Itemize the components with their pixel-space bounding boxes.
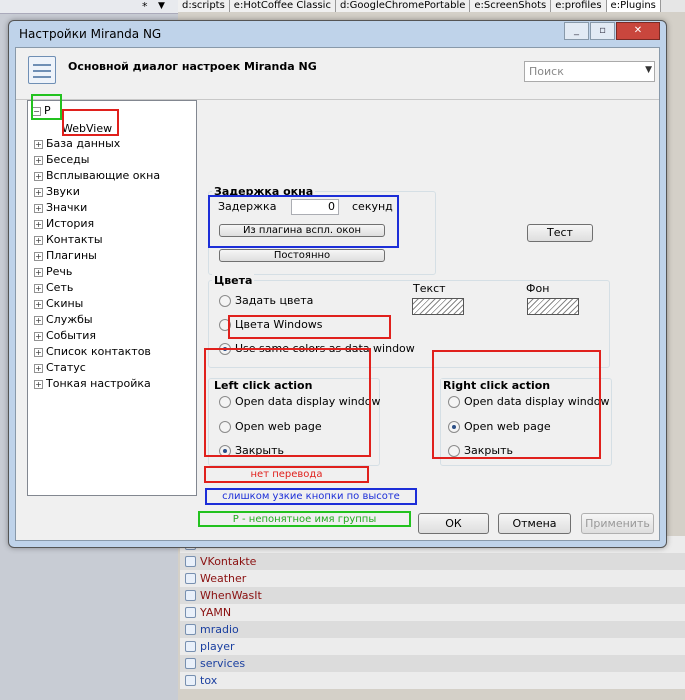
plugin-icon (185, 573, 196, 584)
tree-item[interactable]: + Беседы (34, 152, 89, 168)
tree-item[interactable]: + База данных (34, 136, 120, 152)
tab-plugins[interactable]: e:Plugins (606, 0, 661, 12)
text-color-label: Текст (413, 282, 446, 295)
colors-group-title: Цвета (212, 274, 255, 287)
radio-set-colors[interactable]: Задать цвета (219, 294, 313, 307)
modified-marker: * (142, 0, 148, 13)
title-bar[interactable]: Настройки Miranda NG _ ▫ ✕ (9, 21, 666, 47)
list-item[interactable]: tox (180, 672, 685, 689)
tree-item[interactable]: + События (34, 328, 96, 344)
window-controls: _ ▫ ✕ (563, 22, 660, 40)
close-icon[interactable]: ✕ (616, 22, 660, 40)
gear-icon (185, 624, 196, 635)
radio-icon[interactable] (219, 294, 231, 307)
expand-icon[interactable]: + (34, 363, 43, 373)
annotation-blue-box (208, 195, 399, 248)
chevron-down-icon[interactable]: ▼ (645, 65, 652, 75)
tree-item[interactable]: + Сеть (34, 280, 73, 296)
plugin-icon (185, 556, 196, 567)
list-item[interactable]: VKontakte (180, 553, 685, 570)
cancel-button[interactable]: Отмена (498, 513, 571, 534)
tree-item[interactable]: + Контакты (34, 232, 103, 248)
tree-item[interactable]: + Тонкая настройка (34, 376, 151, 392)
background-tabbar: d:scripts e:HotCoffee Classic d:GoogleCh… (178, 0, 685, 12)
expand-icon[interactable]: + (34, 315, 43, 325)
annotation-green-box (31, 94, 62, 120)
annotation-buttons-too-narrow: слишком узкие кнопки по высоте (205, 488, 417, 505)
expand-icon[interactable]: + (34, 251, 43, 261)
expand-icon[interactable]: + (34, 187, 43, 197)
expand-icon[interactable]: + (34, 299, 43, 309)
gear-icon (185, 641, 196, 652)
search-input[interactable]: Поиск ▼ (524, 61, 655, 82)
tree-item[interactable]: + Звуки (34, 184, 80, 200)
expand-icon[interactable]: + (34, 379, 43, 389)
tree-item[interactable]: + Всплывающие окна (34, 168, 160, 184)
page-title: Основной диалог настроек Miranda NG (68, 60, 317, 73)
expand-icon[interactable]: + (34, 171, 43, 181)
dialog-header: Основной диалог настроек Miranda NG Поис… (16, 48, 659, 100)
tree-item[interactable]: + История (34, 216, 94, 232)
tab-chrome-portable[interactable]: d:GoogleChromePortable (335, 0, 471, 12)
list-item[interactable]: WhenWasIt (180, 587, 685, 604)
expand-icon[interactable]: + (34, 219, 43, 229)
apply-button[interactable]: Применить (581, 513, 654, 534)
maximize-icon[interactable]: ▫ (590, 22, 615, 40)
permanent-button[interactable]: Постоянно (219, 249, 385, 262)
tab-hotcoffee[interactable]: e:HotCoffee Classic (229, 0, 336, 12)
annotation-red-box (204, 348, 371, 457)
gear-icon (185, 658, 196, 669)
text-color-swatch[interactable] (412, 298, 464, 315)
expand-icon[interactable]: + (34, 283, 43, 293)
list-item[interactable]: mradio (180, 621, 685, 638)
settings-list-icon (28, 56, 56, 84)
annotation-red-box (62, 109, 119, 136)
expand-icon[interactable]: + (34, 331, 43, 341)
test-button[interactable]: Тест (527, 224, 593, 242)
bg-color-swatch[interactable] (527, 298, 579, 315)
expand-icon[interactable]: + (34, 203, 43, 213)
list-item[interactable]: services (180, 655, 685, 672)
background-file-list: Variables VKontakte Weather WhenWasIt YA… (180, 536, 685, 689)
expand-icon[interactable]: + (34, 235, 43, 245)
chevron-down-icon[interactable]: ▼ (158, 1, 165, 11)
list-item[interactable]: Weather (180, 570, 685, 587)
plugin-icon (185, 607, 196, 618)
tree-item[interactable]: + Значки (34, 200, 87, 216)
tab-screenshots[interactable]: e:ScreenShots (470, 0, 552, 12)
list-item[interactable]: YAMN (180, 604, 685, 621)
annotation-red-box (432, 350, 601, 459)
window-title: Настройки Miranda NG (19, 27, 162, 41)
annotation-no-translation: нет перевода (204, 466, 369, 483)
tree-item[interactable]: + Речь (34, 264, 72, 280)
tree-item[interactable]: + Плагины (34, 248, 97, 264)
annotation-unclear-group-name: P - непонятное имя группы (198, 511, 411, 527)
expand-icon[interactable]: + (34, 155, 43, 165)
tab-profiles[interactable]: e:profiles (551, 0, 607, 12)
tree-item[interactable]: + Список контактов (34, 344, 151, 360)
expand-icon[interactable]: + (34, 139, 43, 149)
background-toolbar: * ▼ (0, 0, 178, 14)
options-tree[interactable]: − P WebView + База данных + Беседы + Всплыв… (27, 100, 197, 496)
plugin-icon (185, 590, 196, 601)
ok-button[interactable]: ОК (418, 513, 489, 534)
tab-scripts[interactable]: d:scripts (178, 0, 230, 12)
bg-color-label: Фон (526, 282, 550, 295)
tree-item[interactable]: + Скины (34, 296, 83, 312)
gear-icon (185, 675, 196, 686)
minimize-icon[interactable]: _ (564, 22, 589, 40)
list-item[interactable]: player (180, 638, 685, 655)
tree-item[interactable]: + Службы (34, 312, 93, 328)
expand-icon[interactable]: + (34, 347, 43, 357)
expand-icon[interactable]: + (34, 267, 43, 277)
annotation-red-box (228, 315, 391, 339)
tree-item[interactable]: + Статус (34, 360, 86, 376)
